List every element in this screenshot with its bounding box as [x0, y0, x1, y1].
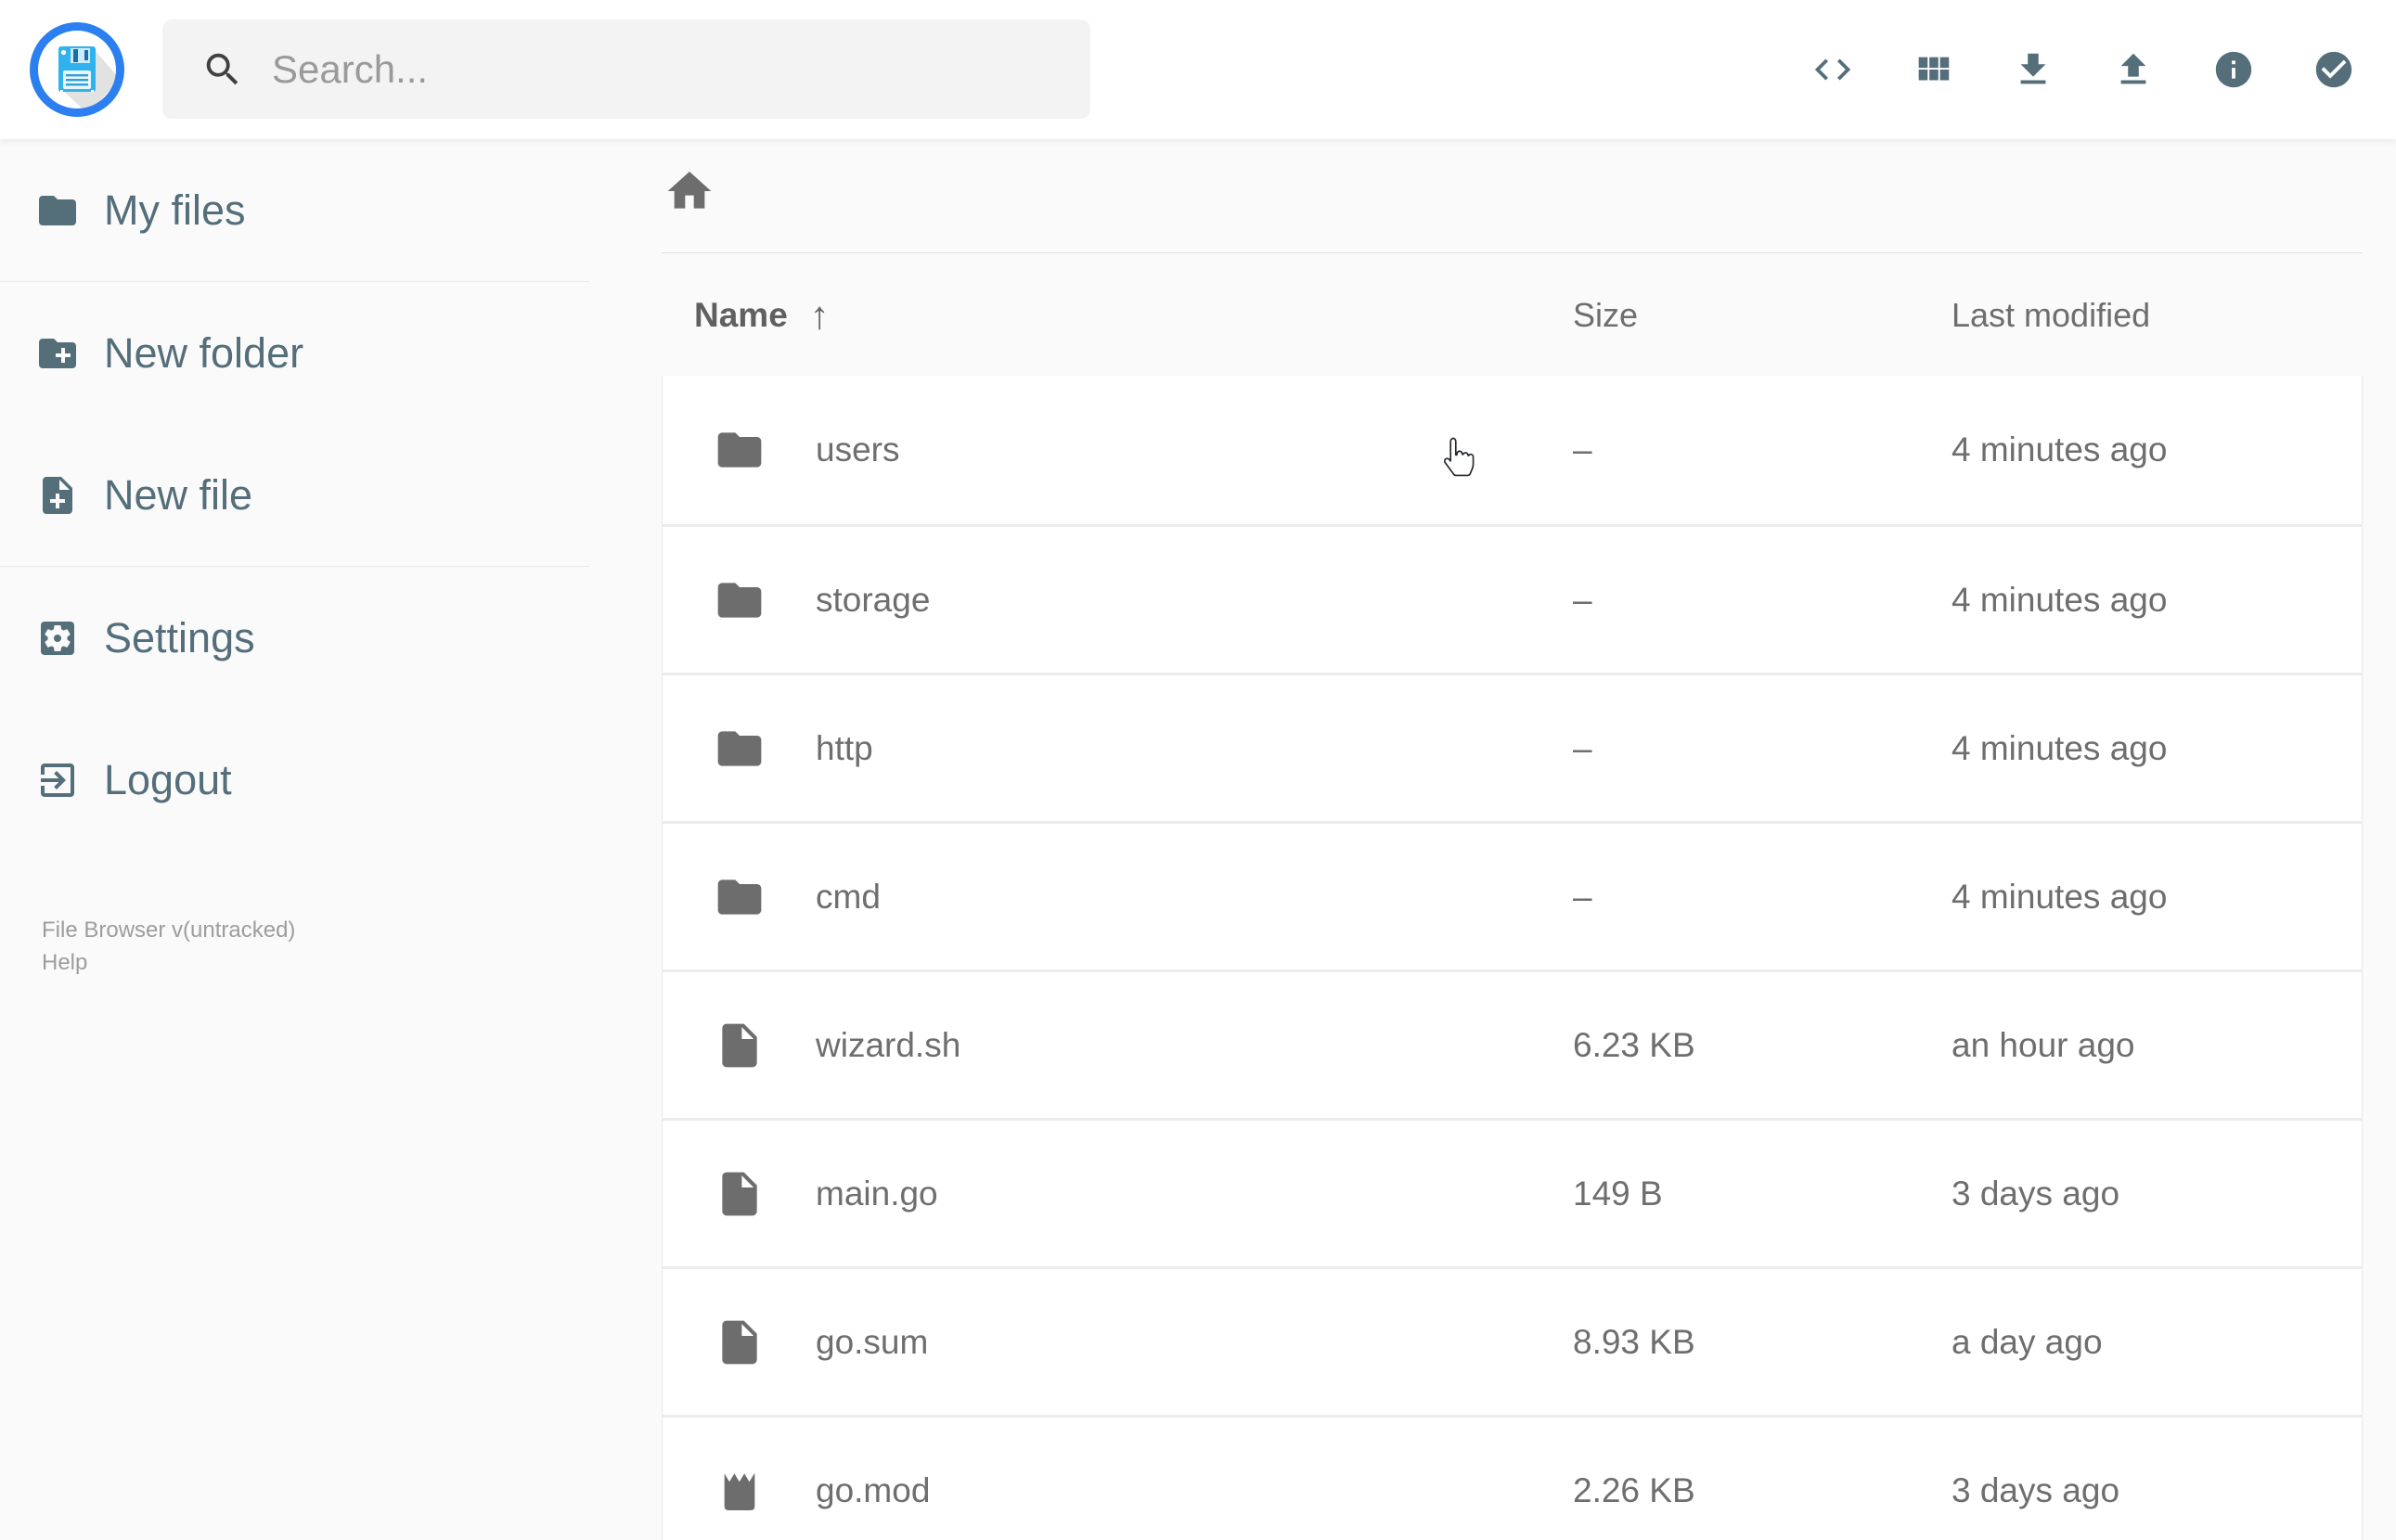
column-label: Size — [1573, 296, 1639, 334]
help-link[interactable]: Help — [42, 946, 295, 979]
file-icon — [714, 1020, 766, 1072]
listing-rows: users – 4 minutes ago storage – 4 minute… — [662, 376, 2363, 1540]
search-input[interactable] — [272, 46, 1072, 92]
create-new-folder-icon — [35, 331, 80, 376]
file-row[interactable]: go.sum 8.93 KB a day ago — [662, 1266, 2363, 1415]
file-modified: 3 days ago — [1952, 1470, 2120, 1509]
sort-ascending-icon: ↑ — [809, 293, 830, 337]
search-bar[interactable] — [162, 19, 1090, 119]
column-header-size[interactable]: Size — [1573, 278, 1638, 353]
breadcrumb-home-button[interactable] — [663, 163, 719, 219]
file-row[interactable]: go.mod 2.26 KB 3 days ago — [662, 1415, 2363, 1540]
column-label: Last modified — [1952, 296, 2151, 334]
file-size: 2.26 KB — [1573, 1470, 1695, 1509]
home-icon — [663, 165, 715, 217]
folder-icon — [714, 871, 766, 923]
code-icon — [1811, 48, 1854, 91]
file-size: 6.23 KB — [1573, 1025, 1695, 1064]
file-row[interactable]: cmd – 4 minutes ago — [662, 821, 2363, 969]
file-name: go.mod — [816, 1470, 931, 1509]
sidebar-item-label: New folder — [104, 328, 304, 377]
file-size: – — [1573, 580, 1592, 619]
logout-icon — [35, 758, 80, 802]
grid-view-icon — [1912, 48, 1954, 91]
folder-icon — [714, 574, 766, 626]
file-modified: 4 minutes ago — [1952, 728, 2168, 767]
file-modified: 4 minutes ago — [1952, 430, 2168, 468]
file-modified: a day ago — [1952, 1322, 2103, 1361]
file-size: – — [1573, 728, 1592, 767]
sidebar-item-my-files[interactable]: My files — [0, 139, 589, 281]
breadcrumb — [662, 139, 2363, 252]
select-multiple-button[interactable] — [2312, 48, 2355, 91]
file-icon — [714, 1168, 766, 1220]
switch-view-button[interactable] — [1912, 48, 1954, 91]
column-header-last-modified[interactable]: Last modified — [1952, 278, 2150, 353]
upload-icon — [2112, 48, 2155, 91]
file-row[interactable]: wizard.sh 6.23 KB an hour ago — [662, 969, 2363, 1118]
sidebar-item-new-folder[interactable]: New folder — [0, 282, 589, 424]
sidebar-item-label: Logout — [104, 755, 232, 803]
file-name: main.go — [816, 1174, 938, 1213]
search-icon — [201, 48, 244, 91]
column-header-name[interactable]: Name ↑ — [694, 278, 830, 353]
folder-icon — [714, 424, 766, 476]
file-name: cmd — [816, 877, 881, 916]
file-row[interactable]: main.go 149 B 3 days ago — [662, 1118, 2363, 1266]
sidebar-item-new-file[interactable]: New file — [0, 424, 589, 566]
folder-icon — [714, 723, 766, 775]
file-size: – — [1573, 877, 1592, 916]
version-text: File Browser v(untracked) — [42, 918, 296, 943]
file-size: 8.93 KB — [1573, 1322, 1695, 1361]
file-modified: an hour ago — [1952, 1025, 2135, 1064]
sidebar-item-label: Settings — [104, 613, 255, 661]
header-actions — [1811, 0, 2355, 139]
listing-header: Name ↑ Size Last modified — [662, 278, 2363, 353]
sidebar-item-label: My files — [104, 186, 246, 234]
file-modified: 3 days ago — [1952, 1174, 2120, 1213]
upload-button[interactable] — [2112, 48, 2155, 91]
sidebar-item-label: New file — [104, 470, 253, 519]
file-name: http — [816, 728, 873, 767]
note-add-icon — [35, 473, 80, 518]
shell-button[interactable] — [1811, 48, 1854, 91]
sidebar: My files New folder New file Settings Lo… — [0, 139, 589, 1540]
column-label: Name — [694, 296, 788, 334]
sidebar-item-logout[interactable]: Logout — [0, 709, 589, 851]
filebrowser-app: My files New folder New file Settings Lo… — [0, 0, 2396, 1540]
folder-icon — [35, 188, 80, 233]
settings-icon — [35, 616, 80, 661]
file-icon — [714, 1316, 766, 1368]
file-modified: 4 minutes ago — [1952, 877, 2168, 916]
sidebar-item-settings[interactable]: Settings — [0, 567, 589, 709]
file-name: storage — [816, 580, 931, 619]
file-name: users — [816, 430, 900, 468]
info-icon — [2212, 48, 2255, 91]
breadcrumb-divider — [662, 252, 2363, 253]
file-row[interactable]: users – 4 minutes ago — [662, 376, 2363, 524]
file-row[interactable]: storage – 4 minutes ago — [662, 524, 2363, 673]
movie-file-icon — [714, 1465, 766, 1517]
file-name: wizard.sh — [816, 1025, 961, 1064]
download-icon — [2012, 48, 2055, 91]
sidebar-footer: File Browser v(untracked) Help — [42, 914, 295, 979]
filebrowser-logo[interactable] — [29, 21, 125, 118]
file-size: – — [1573, 430, 1592, 468]
file-modified: 4 minutes ago — [1952, 580, 2168, 619]
top-bar — [0, 0, 2396, 139]
file-row[interactable]: http – 4 minutes ago — [662, 673, 2363, 821]
file-name: go.sum — [816, 1322, 929, 1361]
info-button[interactable] — [2212, 48, 2255, 91]
download-button[interactable] — [2012, 48, 2055, 91]
file-size: 149 B — [1573, 1174, 1663, 1213]
check-circle-icon — [2312, 48, 2355, 91]
